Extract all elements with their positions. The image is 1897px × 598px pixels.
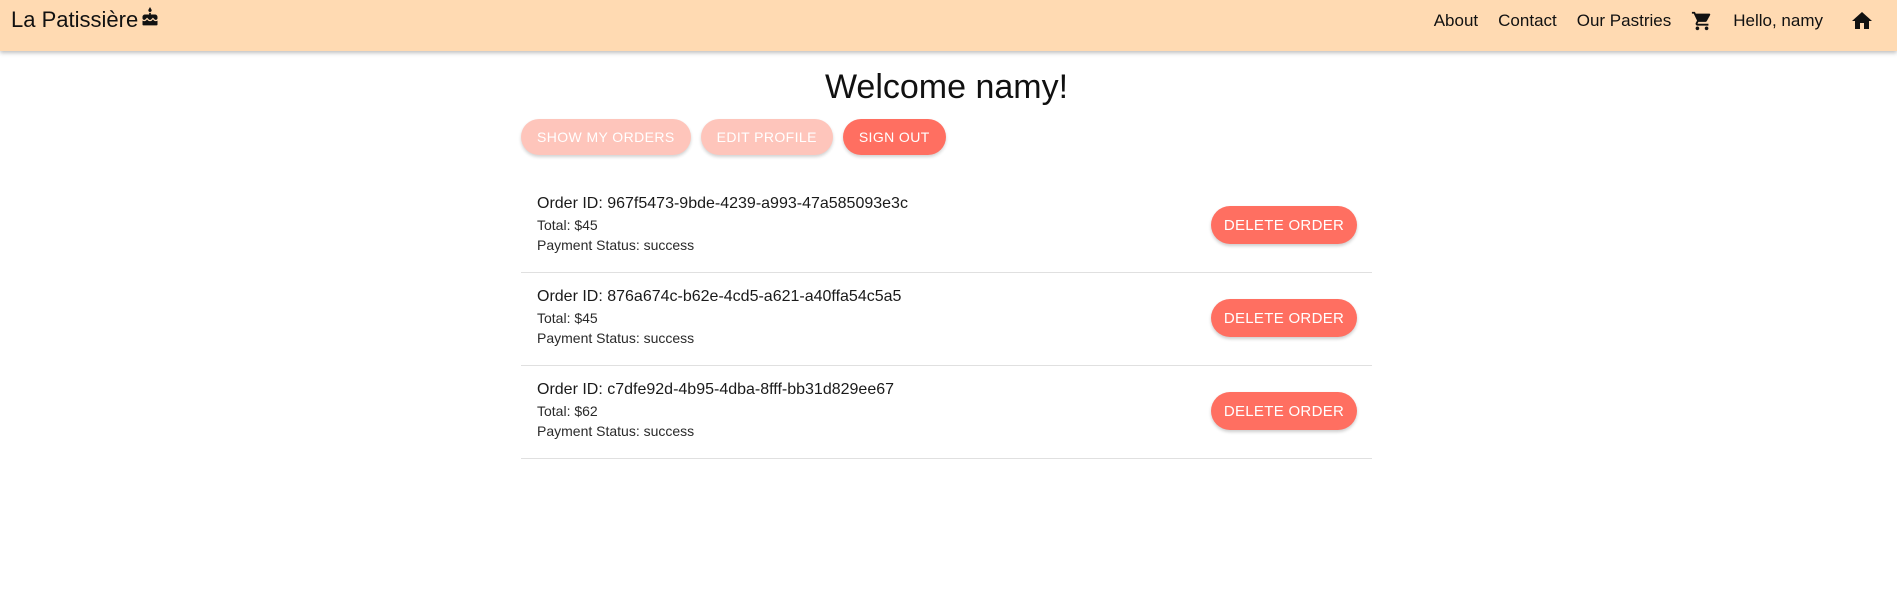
order-item: Order ID: 876a674c-b62e-4cd5-a621-a40ffa… (521, 273, 1372, 366)
order-item: Order ID: c7dfe92d-4b95-4dba-8fff-bb31d8… (521, 366, 1372, 459)
order-total: Total: $45 (537, 310, 598, 326)
delete-order-button[interactable]: DELETE ORDER (1211, 392, 1357, 430)
top-navbar: La Patissière About Contact Our Pastries… (0, 0, 1897, 51)
order-id: Order ID: c7dfe92d-4b95-4dba-8fff-bb31d8… (537, 381, 895, 398)
page-title: Welcome namy! (824, 68, 1069, 106)
order-payment-status: Payment Status: success (537, 423, 695, 439)
order-id: Order ID: 967f5473-9bde-4239-a993-47a585… (537, 195, 908, 212)
order-total: Total: $45 (537, 217, 598, 233)
nav-link-our-pastries[interactable]: Our Pastries (1577, 11, 1671, 31)
order-id: Order ID: 876a674c-b62e-4cd5-a621-a40ffa… (537, 288, 902, 305)
order-payment-status: Payment Status: success (537, 237, 695, 253)
nav-link-contact[interactable]: Contact (1498, 11, 1557, 31)
delete-order-button[interactable]: DELETE ORDER (1211, 299, 1357, 337)
order-payment-status: Payment Status: success (537, 330, 695, 346)
order-total: Total: $62 (537, 403, 598, 419)
brand-name: La Patissière (11, 7, 139, 32)
cart-icon (1692, 11, 1711, 30)
cake-icon (142, 7, 158, 26)
edit-profile-button[interactable]: EDIT PROFILE (700, 119, 833, 155)
home-icon (1852, 11, 1872, 29)
sign-out-button[interactable]: SIGN OUT (842, 119, 946, 155)
order-item: Order ID: 967f5473-9bde-4239-a993-47a585… (521, 180, 1372, 273)
delete-order-button[interactable]: DELETE ORDER (1211, 206, 1357, 244)
nav-links: About Contact Our Pastries Hello, namy (1414, 0, 1897, 41)
profile-main: Welcome namy! SHOW MY ORDERS EDIT PROFIL… (521, 51, 1372, 459)
cart-button[interactable] (1691, 10, 1713, 32)
user-greeting[interactable]: Hello, namy (1733, 11, 1823, 31)
home-button[interactable] (1850, 9, 1874, 33)
nav-link-about[interactable]: About (1434, 11, 1478, 31)
orders-list: Order ID: 967f5473-9bde-4239-a993-47a585… (521, 180, 1372, 459)
profile-actions: SHOW MY ORDERS EDIT PROFILE SIGN OUT (521, 119, 1372, 155)
brand-logo[interactable]: La Patissière (11, 7, 160, 33)
show-my-orders-button[interactable]: SHOW MY ORDERS (521, 119, 691, 155)
